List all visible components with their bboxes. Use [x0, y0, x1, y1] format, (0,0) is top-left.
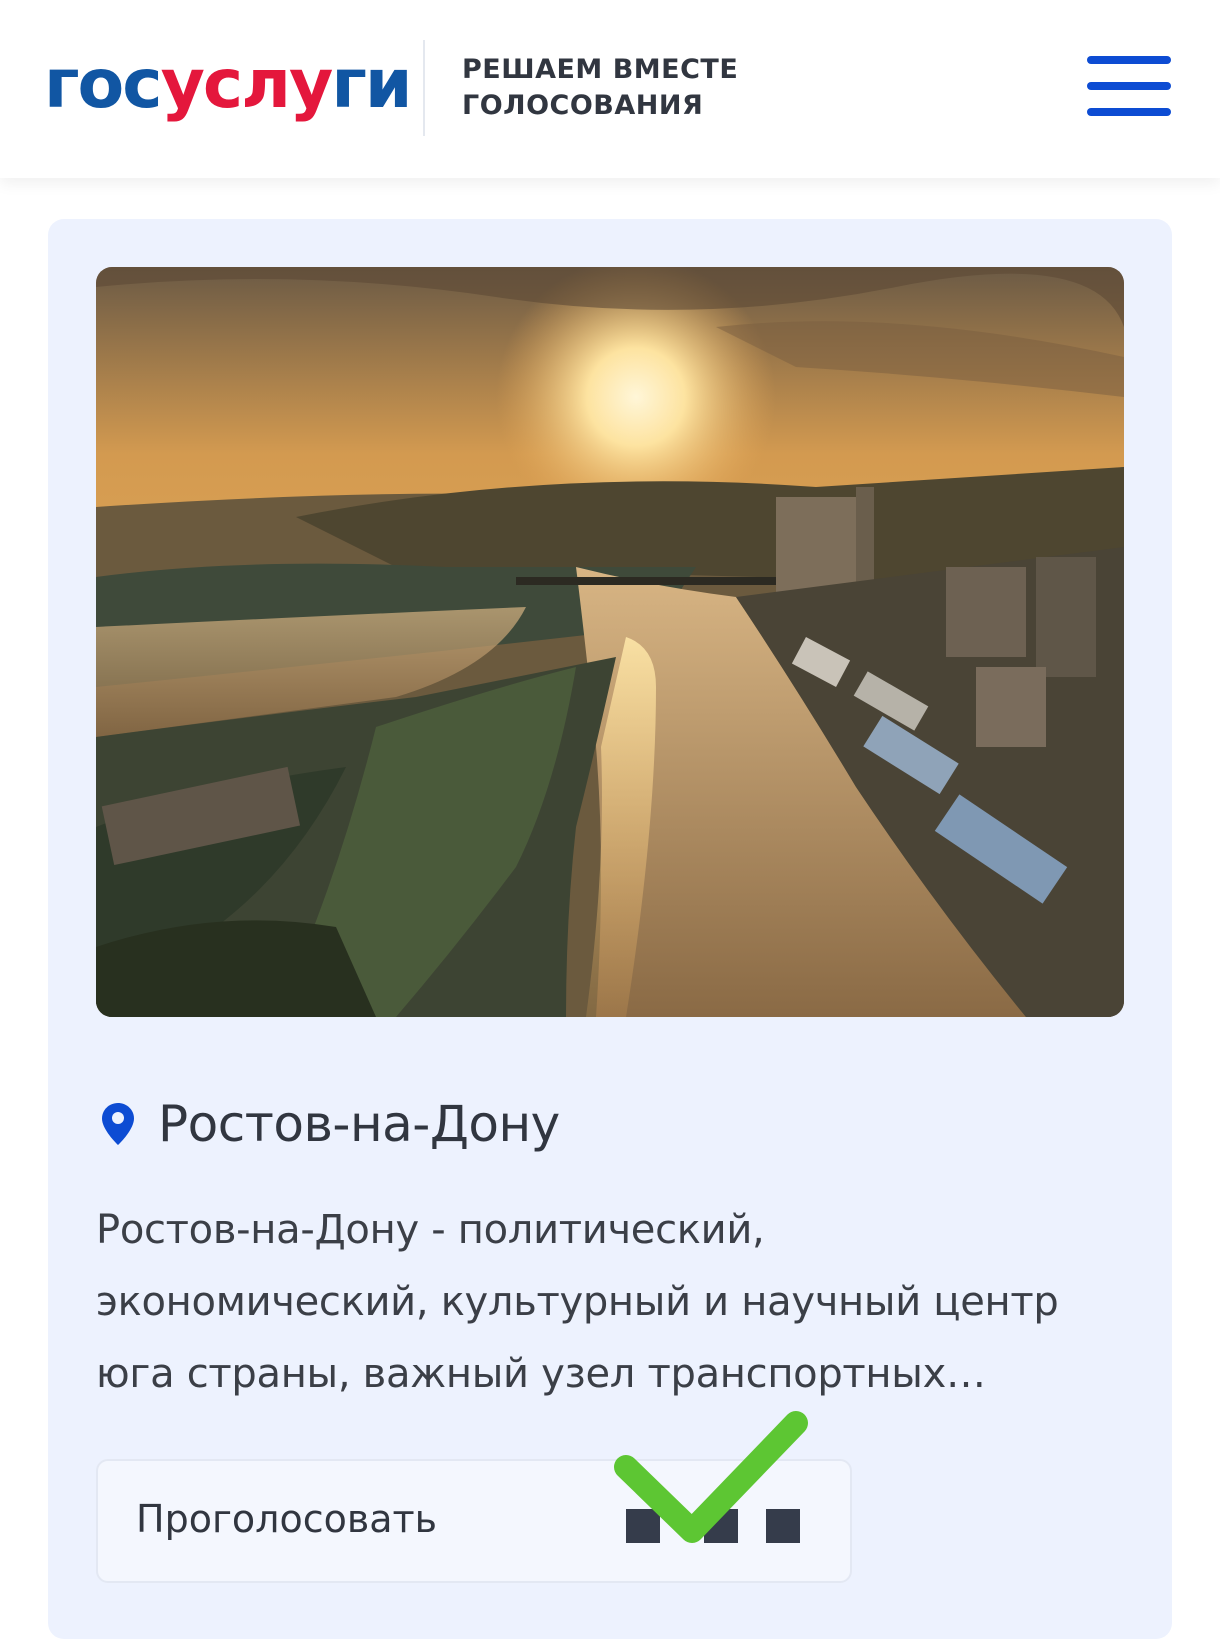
vote-button-label: Проголосовать	[136, 1497, 438, 1541]
logo-part-gi: ги	[331, 45, 412, 124]
checkmark-icon	[614, 1411, 808, 1543]
menu-bar	[1087, 108, 1171, 116]
map-pin-icon	[102, 1103, 134, 1145]
description-line-1: Ростов-на-Дону - политический,	[96, 1207, 765, 1253]
city-description: Ростов-на-Дону - политический, экономиче…	[96, 1194, 1126, 1410]
location-title: Ростов-на-Дону	[158, 1095, 560, 1153]
description-line-2: экономический, культурный и научный цент…	[96, 1279, 1059, 1325]
voting-card: Ростов-на-Дону Ростов-на-Дону - политиче…	[48, 219, 1172, 1639]
menu-bar	[1087, 82, 1171, 90]
description-line-3: юга страны, важный узел транспортных…	[96, 1351, 986, 1397]
header: госуслуги РЕШАЕМ ВМЕСТЕ ГОЛОСОВАНИЯ	[0, 0, 1220, 178]
city-photo	[96, 267, 1124, 1017]
menu-bar	[1087, 56, 1171, 64]
tagline-line-1: РЕШАЕМ ВМЕСТЕ	[462, 54, 739, 85]
logo-part-uslu: услу	[160, 45, 334, 124]
sunset-river-image	[96, 267, 1124, 1017]
hamburger-menu-icon[interactable]	[1085, 52, 1173, 124]
vote-button[interactable]: Проголосовать	[96, 1411, 852, 1583]
gosuslugi-logo[interactable]: госуслуги	[44, 40, 413, 130]
logo-part-gos: гос	[44, 45, 163, 124]
location-row: Ростов-на-Дону	[100, 1079, 560, 1169]
header-divider	[423, 40, 425, 136]
tagline-line-2: ГОЛОСОВАНИЯ	[462, 90, 704, 121]
header-tagline: РЕШАЕМ ВМЕСТЕ ГОЛОСОВАНИЯ	[462, 52, 738, 124]
